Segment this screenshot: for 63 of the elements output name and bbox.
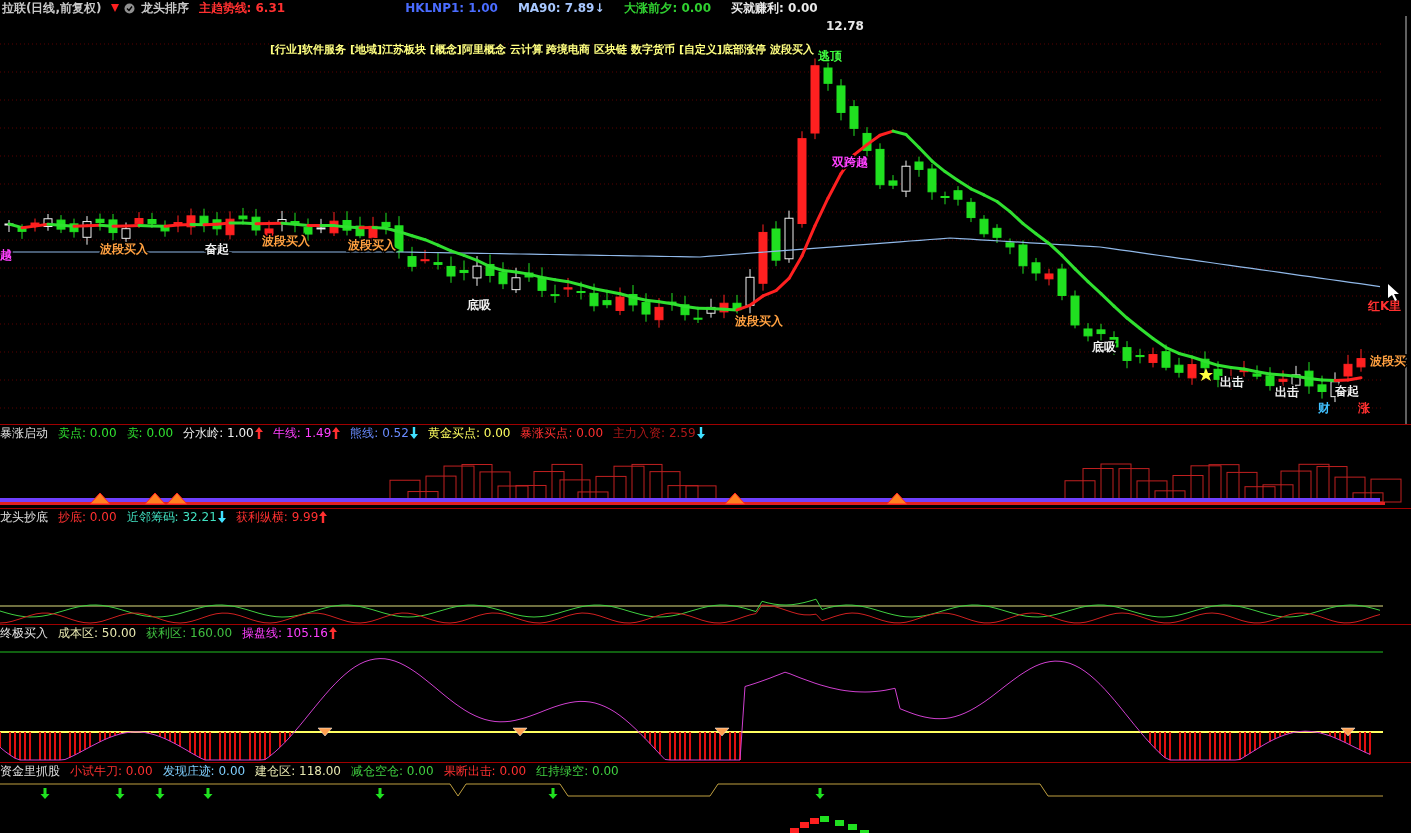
indicator-value: 黄金买点: 0.00 <box>427 425 511 442</box>
chart-label: 波段买 <box>1370 354 1406 368</box>
triangle-icon <box>89 492 111 505</box>
down-arrow-icon <box>375 788 385 799</box>
indicator-value: 建仓区: 118.00 <box>255 763 341 780</box>
indicator-value: 拉联(日线,前复权) <box>2 0 102 17</box>
indicator-value: 抄底: 0.00 <box>58 509 117 526</box>
chart-label: 波段买入 <box>100 242 148 256</box>
indicator-value: MA90: 7.89↓ <box>517 1 605 15</box>
indicator-value: 暴涨买点: 0.00 <box>520 425 604 442</box>
chart-label: 12.78 <box>826 19 864 33</box>
indicator-value: 获利纵横: 9.99 <box>235 509 319 526</box>
cursor-icon <box>1388 284 1399 301</box>
chart-label: 越 <box>0 248 12 262</box>
indicator-value: 减仓空仓: 0.00 <box>351 763 434 780</box>
indicator-title: 资金里抓股 <box>0 763 60 780</box>
indicator-value: 牛线: 1.49 <box>272 425 332 442</box>
chart-label: 底吸 <box>467 298 491 312</box>
triangle-icon <box>144 492 166 505</box>
star-icon <box>1199 368 1213 381</box>
chart-label: 财 <box>1318 401 1330 415</box>
indicator-value: 小试牛刀: 0.00 <box>70 763 153 780</box>
indicator-value: 近邻筹码: 32.21 <box>126 509 217 526</box>
down-arrow-icon <box>115 788 125 799</box>
down-arrow-icon <box>109 3 120 13</box>
down-arrow-icon <box>203 788 213 799</box>
indicator-value: 红持绿空: 0.00 <box>536 763 619 780</box>
indicator-title: 终极买入 <box>0 625 48 642</box>
chart-label: 波段买入 <box>735 314 783 328</box>
indicator-value: HKLNP1: 1.00 <box>405 1 498 15</box>
indicator-value: 果断出击: 0.00 <box>443 763 527 780</box>
indicator-value: 买就赚利: 0.00 <box>731 0 818 17</box>
chart-label: 逃顶 <box>818 49 842 63</box>
indicator-title: 龙头抄底 <box>0 509 48 526</box>
chart-label: 红K里 <box>1368 299 1402 313</box>
down-arrow-icon <box>40 788 50 799</box>
indicator-value: 发现庄迹: 0.00 <box>162 763 246 780</box>
chart-label: 奋起 <box>205 242 229 256</box>
down-arrow-icon <box>548 788 558 799</box>
chart-label: 奋起 <box>1335 384 1359 398</box>
indicator-value: 获利区: 160.00 <box>146 625 233 642</box>
indicator-value: 大涨前夕: 0.00 <box>624 0 712 17</box>
triangle-icon <box>166 492 188 505</box>
indicator-value: 主力入资: 2.59 <box>613 425 696 442</box>
down-arrow-icon <box>815 788 825 799</box>
chart-label: 出击 <box>1275 385 1299 399</box>
indicator-value: 分水岭: 1.00 <box>183 425 254 442</box>
indicator-value: 主趋势线: 6.31 <box>198 0 286 17</box>
indicator-value: 成本区: 50.00 <box>58 625 137 642</box>
indicator-value: 卖: 0.00 <box>126 425 174 442</box>
triangle-icon <box>724 492 746 505</box>
chart-label: 出击 <box>1220 375 1244 389</box>
triangle-icon <box>886 492 908 505</box>
indicator-title: 暴涨启动 <box>0 425 48 442</box>
indicator-value: 龙头排序 <box>140 0 189 17</box>
indicator-value: 卖点: 0.00 <box>58 425 117 442</box>
indicator-value: 操盘线: 105.16 <box>242 625 328 642</box>
chart-label: [行业]软件服务 [地域]江苏板块 [概念]阿里概念 云计算 跨境电商 区块链 数字货币 [自定义]底部涨停 波段买入 <box>270 43 814 56</box>
chart-label: 波段买入 <box>262 234 310 248</box>
indicator-value: 熊线: 0.52 <box>350 425 409 442</box>
chart-label: 涨 <box>1358 401 1370 415</box>
down-arrow-icon <box>155 788 165 799</box>
chart-label: 底吸 <box>1092 340 1116 354</box>
